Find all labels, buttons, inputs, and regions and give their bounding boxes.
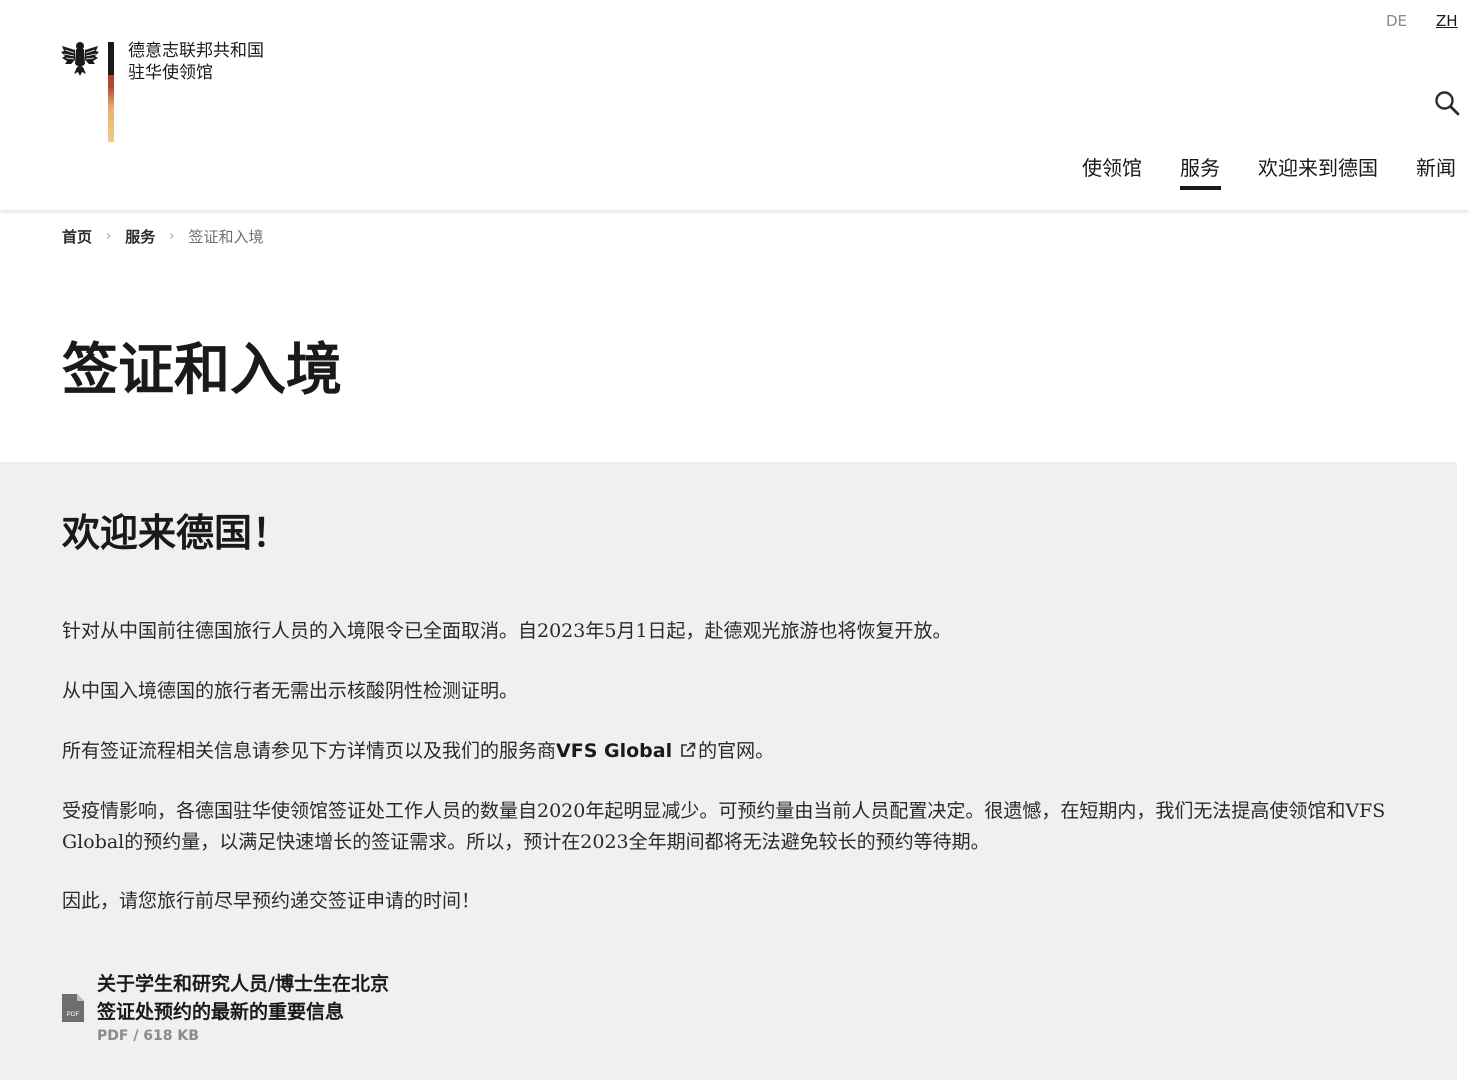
paragraph-appointment-capacity: 受疫情影响，各德国驻华使领馆签证处工作人员的数量自2020年起明显减少。可预约量… (62, 800, 1386, 853)
language-de-link[interactable]: DE (1386, 12, 1407, 30)
paragraph-entry-restrictions: 针对从中国前往德国旅行人员的入境限令已全面取消。自2023年5月1日起，赴德观光… (62, 620, 952, 642)
site-header: 德意志联邦共和国 驻华使领馆 DE ZH 使领馆 服务 欢迎来到德国 新闻 (0, 0, 1469, 210)
paragraph-no-test: 从中国入境德国的旅行者无需出示核酸阴性检测证明。 (62, 680, 519, 702)
site-logo[interactable]: 德意志联邦共和国 驻华使领馆 (60, 38, 264, 142)
breadcrumb-home[interactable]: 首页 (62, 226, 92, 247)
org-name-line1: 德意志联邦共和国 (128, 41, 264, 61)
section-heading: 欢迎来德国！ (62, 511, 291, 555)
pdf-file-icon: PDF (62, 994, 84, 1022)
breadcrumb-separator-icon: › (106, 229, 112, 244)
org-name-line2: 驻华使领馆 (128, 63, 213, 83)
page-title: 签证和入境 (62, 338, 342, 403)
pdf-icon-label: PDF (67, 1011, 80, 1018)
paragraph-apply-early: 因此，请您旅行前尽早预约递交签证申请的时间！ (62, 890, 481, 912)
paragraph-visa-info: 所有签证流程相关信息请参见下方详情页以及我们的服务商VFS Global 的官网… (62, 736, 1422, 767)
pdf-download-title: 关于学生和研究人员/博士生在北京 签证处预约的最新的重要信息 (97, 970, 389, 1026)
nav-services[interactable]: 服务 (1180, 152, 1220, 181)
breadcrumb-services[interactable]: 服务 (125, 226, 155, 247)
paragraph-visa-info-suffix: 的官网。 (698, 740, 775, 762)
paragraph-visa-info-text: 所有签证流程相关信息请参见下方详情页以及我们的服务商 (62, 740, 557, 762)
flag-bar (108, 42, 114, 142)
pdf-title-line1: 关于学生和研究人员/博士生在北京 (97, 973, 389, 995)
breadcrumb-current: 签证和入境 (188, 228, 264, 246)
pdf-file-meta: PDF / 618 KB (97, 1028, 199, 1044)
search-icon[interactable] (1434, 90, 1460, 116)
vfs-global-link[interactable]: VFS Global (556, 740, 698, 762)
breadcrumb: 首页 › 服务 › 签证和入境 (62, 226, 263, 247)
nav-embassy[interactable]: 使领馆 (1082, 152, 1142, 181)
breadcrumb-separator-icon: › (169, 229, 175, 244)
pdf-title-line2: 签证处预约的最新的重要信息 (97, 1001, 345, 1023)
active-nav-indicator (1180, 186, 1221, 190)
nav-welcome-to-germany[interactable]: 欢迎来到德国 (1258, 152, 1378, 181)
language-zh-link[interactable]: ZH (1436, 12, 1458, 30)
nav-news[interactable]: 新闻 (1416, 152, 1456, 181)
federal-eagle-icon (61, 42, 99, 76)
vfs-global-link-label: VFS Global (556, 740, 673, 762)
external-link-icon (681, 742, 696, 757)
logo-text: 德意志联邦共和国 驻华使领馆 (128, 40, 264, 84)
